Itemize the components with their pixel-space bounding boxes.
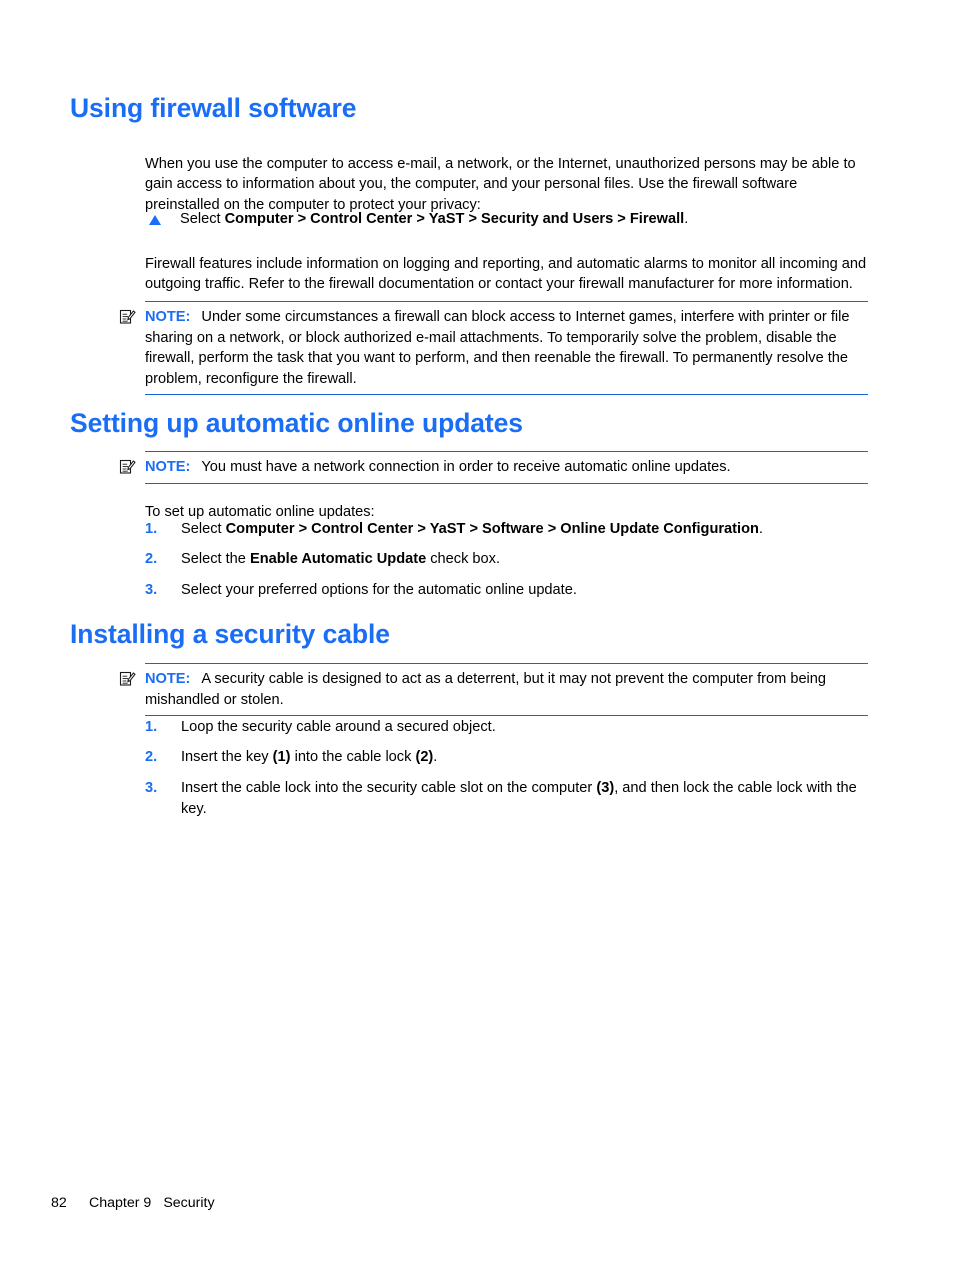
step-text: Insert the key (1) into the cable lock (… (181, 747, 871, 768)
step-number: 2. (145, 551, 158, 567)
firewall-intro-paragraph: When you use the computer to access e-ma… (145, 155, 856, 213)
step-text-after: . (433, 749, 438, 765)
footer-page-number: 82 (51, 1195, 67, 1211)
note-content: You must have a network connection in or… (201, 459, 731, 475)
page-title-using-firewall-software: Using firewall software (70, 93, 357, 123)
step-number: 3. (145, 780, 158, 796)
firewall-features-paragraph: Firewall features include information on… (145, 255, 867, 293)
step-callout-3: (3) (596, 780, 615, 796)
note-pencil-icon (119, 458, 136, 475)
step-text-before: Loop the security cable around a secured… (181, 719, 496, 735)
bullet-prefix: Select (180, 211, 225, 227)
step-text-before: Insert the cable lock into the security … (181, 780, 597, 796)
step-text: Insert the cable lock into the security … (181, 778, 871, 819)
step-number: 1. (145, 521, 158, 537)
firewall-bullet-item: Select Computer > Control Center > YaST … (145, 209, 871, 230)
step-callout-1: (1) (272, 749, 291, 765)
page-title-installing-a-security-cable: Installing a security cable (70, 619, 390, 649)
step-number: 1. (145, 719, 158, 735)
note-block-security-cable: NOTE: A security cable is designed to act… (119, 663, 868, 717)
step-number: 3. (145, 582, 158, 598)
list-item-online-update-step-1: 1. Select Computer > Control Center > Ya… (145, 519, 871, 540)
document-page: Using firewall software When you use the… (0, 0, 954, 1270)
note-label: NOTE: (145, 459, 191, 475)
step-text-bold: Computer > Control Center > YaST > Softw… (225, 521, 759, 537)
page-footer: 82 Chapter 9 Security (51, 1194, 215, 1212)
firewall-bullet-text: Select Computer > Control Center > YaST … (180, 209, 871, 230)
step-text-bold: Enable Automatic Update (249, 551, 427, 567)
note-content: A security cable is designed to act as a… (145, 671, 827, 708)
step-text-after: . (758, 521, 763, 537)
note-block-network-connection: NOTE: You must have a network connection … (119, 451, 868, 484)
note-pencil-icon (119, 308, 136, 325)
list-item-online-update-step-3: 3. Select your preferred options for the… (145, 580, 871, 601)
note-block-firewall: NOTE: Under some circumstances a firewall… (119, 301, 868, 396)
step-text: Loop the security cable around a secured… (181, 717, 871, 738)
list-item-online-update-step-2: 2. Select the Enable Automatic Update ch… (145, 549, 871, 570)
step-callout-2: (2) (415, 749, 434, 765)
note-text-security-cable: NOTE: A security cable is designed to act… (145, 669, 868, 710)
page-title-setting-up-automatic-online-updates: Setting up automatic online updates (70, 408, 523, 438)
footer-chapter: Chapter 9 (89, 1195, 152, 1211)
note-content: Under some circumstances a firewall can … (145, 309, 850, 387)
list-item-security-cable-step-2: 2. Insert the key (1) into the cable loc… (145, 747, 871, 768)
step-text: Select Computer > Control Center > YaST … (181, 519, 871, 540)
step-text-before: Select the (181, 551, 250, 567)
step-text-mid: into the cable lock (290, 749, 416, 765)
note-text-firewall: NOTE: Under some circumstances a firewall… (145, 307, 868, 389)
step-text-before: Select (181, 521, 226, 537)
triangle-bullet-icon (149, 215, 161, 225)
step-text-after: check box. (426, 551, 501, 567)
note-label: NOTE: (145, 309, 191, 325)
step-number: 2. (145, 749, 158, 765)
step-text: Select your preferred options for the au… (181, 580, 871, 601)
footer-chapter-title: Security (163, 1195, 215, 1211)
bullet-suffix: . (684, 211, 689, 227)
step-text-before: Insert the key (181, 749, 273, 765)
step-text-before: Select your preferred options for the au… (181, 582, 577, 598)
note-label: NOTE: (145, 671, 191, 687)
list-item-security-cable-step-1: 1. Loop the security cable around a secu… (145, 717, 871, 738)
note-text-network-connection: NOTE: You must have a network connection … (145, 457, 868, 478)
note-pencil-icon (119, 670, 136, 687)
step-text: Select the Enable Automatic Update check… (181, 549, 871, 570)
list-item-security-cable-step-3: 3. Insert the cable lock into the securi… (145, 778, 871, 819)
bullet-menu-path: Computer > Control Center > YaST > Secur… (224, 211, 685, 227)
